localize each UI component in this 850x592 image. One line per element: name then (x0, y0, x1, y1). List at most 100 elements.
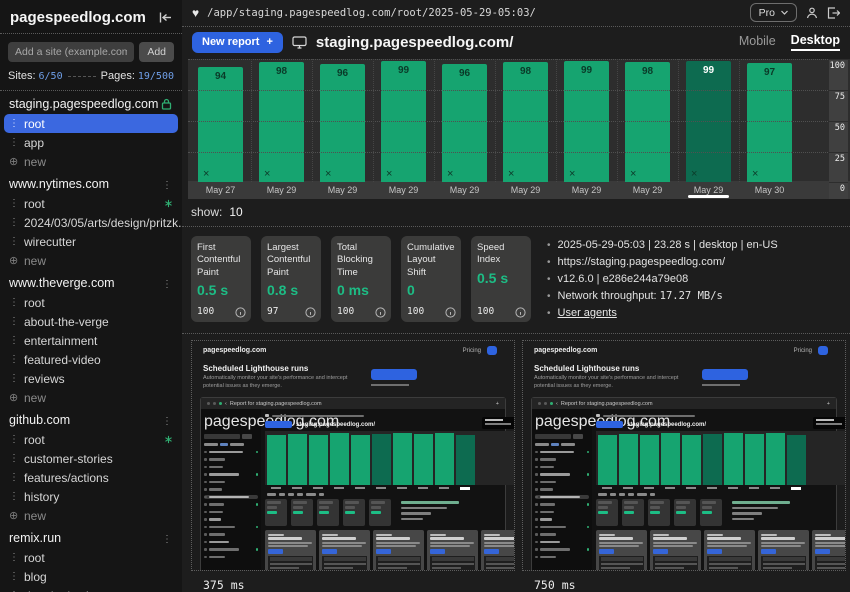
delete-run-icon[interactable]: × (691, 169, 697, 180)
delete-run-icon[interactable]: × (630, 169, 636, 180)
sidebar-item-root[interactable]: ⋮root (4, 548, 178, 567)
site-group-www.nytimes.com[interactable]: www.nytimes.com⋮ (0, 174, 182, 194)
sidebar-item-wirecutter[interactable]: ⋮wirecutter (4, 232, 178, 251)
run-bar[interactable]: 96× (320, 64, 365, 182)
mini-bar (322, 537, 356, 540)
mini-bar (430, 545, 470, 547)
delete-run-icon[interactable]: × (386, 169, 392, 180)
mini-bar (540, 481, 556, 484)
delete-run-icon[interactable]: × (203, 169, 209, 180)
kebab-menu-icon[interactable]: ⋮ (162, 531, 172, 545)
tab-mobile[interactable]: Mobile (739, 34, 776, 50)
sidebar-item-featured-video[interactable]: ⋮featured-video (4, 350, 178, 369)
sidebar-item-root[interactable]: ⋮root (4, 293, 178, 312)
delete-run-icon[interactable]: × (264, 169, 270, 180)
site-group-github.com[interactable]: github.com⋮ (0, 410, 182, 430)
plan-dropdown[interactable]: Pro (750, 3, 797, 22)
mini-report-list (653, 556, 698, 571)
mini-bar (599, 537, 633, 540)
sidebar-item-root[interactable]: ⋮root (4, 114, 178, 133)
sidebar-item-new[interactable]: ⊕new (4, 388, 178, 407)
mini-bar (209, 488, 222, 491)
new-report-button[interactable]: New report+ (192, 32, 283, 53)
add-site-input[interactable] (8, 42, 134, 62)
throughput-label: Network throughput: (558, 290, 657, 302)
favorite-icon[interactable]: ♥ (192, 6, 199, 20)
delete-run-icon[interactable]: × (447, 169, 453, 180)
frame-time-label: 750 ms (522, 571, 846, 592)
mini-traffic-light (550, 402, 553, 405)
show-count-select[interactable]: 10 (229, 205, 242, 219)
mini-bar (204, 481, 207, 484)
delete-run-icon[interactable]: × (508, 169, 514, 180)
info-icon[interactable] (235, 307, 246, 318)
mini-show-row (265, 491, 515, 497)
run-bar[interactable]: 94× (198, 67, 243, 183)
run-bar[interactable]: 96× (442, 64, 487, 182)
sidebar-item-customer-stories[interactable]: ⋮customer-stories (4, 449, 178, 468)
mini-bar (628, 493, 634, 496)
kebab-menu-icon[interactable]: ⋮ (162, 413, 172, 427)
sidebar-item-entertainment[interactable]: ⋮entertainment (4, 331, 178, 350)
mini-cta-caption (371, 384, 409, 386)
user-agents-link[interactable]: User agents (558, 307, 617, 319)
kebab-menu-icon[interactable]: ⋮ (162, 276, 172, 290)
run-bar[interactable]: 98× (259, 62, 304, 183)
tab-desktop[interactable]: Desktop (791, 33, 840, 51)
mini-sidebar-row (535, 540, 589, 544)
sidebar-item-new[interactable]: ⊕new (4, 506, 178, 525)
info-icon[interactable] (305, 307, 316, 318)
delete-run-icon[interactable]: × (325, 169, 331, 180)
run-bar[interactable]: 98× (625, 62, 670, 183)
sidebar-item-2024-03-05-arts-design-pritzk-[interactable]: ⋮2024/03/05/arts/design/pritzk... (4, 213, 178, 232)
logout-icon[interactable] (827, 7, 840, 19)
mini-bar (268, 542, 312, 544)
sidebar-item-docs-en-main[interactable]: ⋮docs/en/main (4, 586, 178, 592)
sidebar-item-history[interactable]: ⋮history (4, 487, 178, 506)
add-site-button[interactable]: Add (139, 42, 174, 62)
gridline (188, 152, 828, 153)
sidebar-item-label: root (24, 551, 45, 565)
collapse-sidebar-icon[interactable] (159, 12, 172, 23)
mini-report-card (427, 530, 478, 571)
mini-bar (540, 503, 555, 506)
delete-run-icon[interactable]: × (752, 169, 758, 180)
sidebar-item-features-actions[interactable]: ⋮features/actions (4, 468, 178, 487)
mini-report-list (707, 556, 752, 571)
mini-toolbar-row: staging.pagespeedlog.com/ (596, 419, 846, 430)
sidebar-item-about-the-verge[interactable]: ⋮about-the-verge (4, 312, 178, 331)
mini-report-list (815, 556, 846, 571)
account-icon[interactable] (806, 7, 818, 19)
sidebar-item-reviews[interactable]: ⋮reviews (4, 369, 178, 388)
mini-sidebar-row (535, 480, 589, 484)
run-bar[interactable]: 97× (747, 63, 792, 182)
sidebar-item-new[interactable]: ⊕new (4, 152, 178, 171)
mini-bar (815, 537, 846, 540)
metric-value: 0.8 s (267, 282, 315, 298)
mini-report-card (373, 530, 424, 571)
kebab-menu-icon[interactable]: ⋮ (162, 177, 172, 191)
mini-bar (535, 541, 538, 544)
info-icon[interactable] (375, 307, 386, 318)
sidebar-item-blog[interactable]: ⋮blog (4, 567, 178, 586)
sidebar-item-root[interactable]: ⋮root (4, 430, 178, 449)
mini-run-bar (640, 435, 659, 485)
mini-report-card (596, 530, 647, 571)
sidebar-item-new[interactable]: ⊕new (4, 251, 178, 270)
site-group-staging.pagespeedlog.com[interactable]: staging.pagespeedlog.com (0, 94, 182, 114)
mini-bar (653, 537, 687, 540)
run-bar[interactable]: 98× (503, 62, 548, 183)
mini-sidebar-row (204, 495, 258, 499)
info-icon[interactable] (515, 307, 526, 318)
sidebar-item-app[interactable]: ⋮app (4, 133, 178, 152)
delete-run-icon[interactable]: × (569, 169, 575, 180)
mini-score-chart (596, 431, 846, 485)
mini-nav-pricing: Pricing (794, 348, 812, 354)
drag-handle-icon: ⋮ (9, 491, 16, 502)
site-group-remix.run[interactable]: remix.run⋮ (0, 528, 182, 548)
site-group-www.theverge.com[interactable]: www.theverge.com⋮ (0, 273, 182, 293)
tick-divider (829, 90, 848, 91)
mini-bar (540, 451, 574, 454)
info-icon[interactable] (445, 307, 456, 318)
sidebar-item-root[interactable]: ⋮root (4, 194, 178, 213)
